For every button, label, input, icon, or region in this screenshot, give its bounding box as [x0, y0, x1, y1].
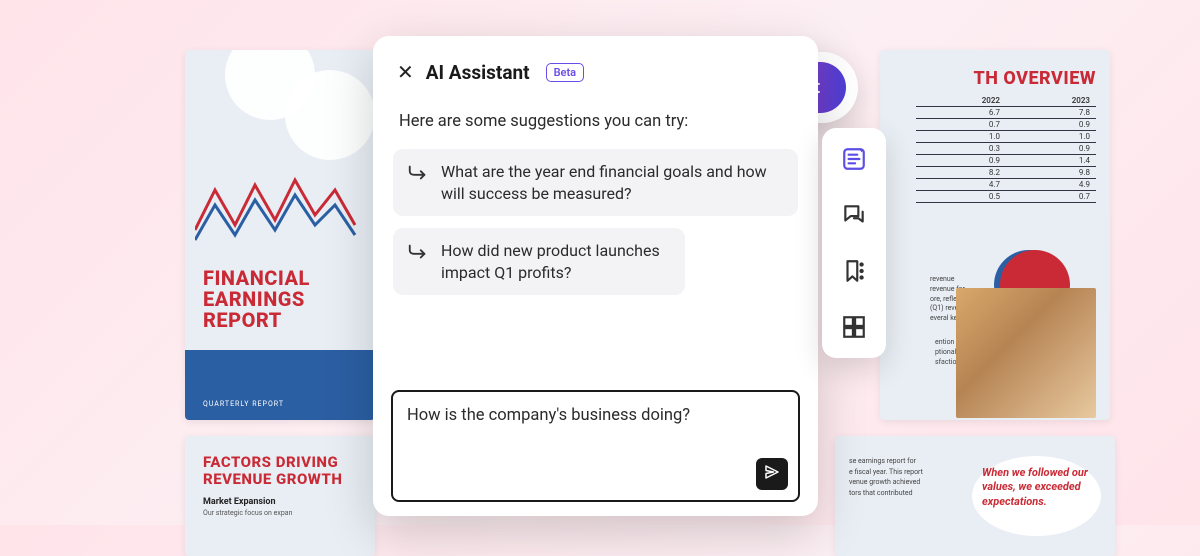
suggestion-text: How did new product launches impact Q1 p…	[441, 240, 671, 283]
summary-tool[interactable]	[841, 146, 867, 172]
bookmark-tool[interactable]	[841, 258, 867, 284]
side-toolbar	[822, 128, 886, 358]
doc-quote: se earnings report for e fiscal year. Th…	[835, 436, 1115, 556]
grid-icon	[841, 325, 867, 344]
reply-arrow-icon	[407, 241, 429, 263]
doc-financial-report: FINANCIAL EARNINGS REPORT QUARTERLY REPO…	[185, 50, 375, 420]
doc2-title: TH OVERVIEW	[880, 50, 1110, 95]
overview-photo	[956, 288, 1096, 418]
chat-tool[interactable]	[841, 202, 867, 228]
panel-intro: Here are some suggestions you can try:	[393, 112, 798, 131]
suggestion-item[interactable]: How did new product launches impact Q1 p…	[393, 228, 685, 295]
suggestion-text: What are the year end financial goals an…	[441, 161, 784, 204]
bookmark-icon	[841, 269, 867, 288]
close-icon[interactable]: ✕	[397, 60, 414, 84]
chat-icon	[841, 213, 867, 232]
reply-arrow-icon	[407, 162, 429, 184]
overview-table: 20222023 6.77.8 0.70.9 1.01.0 0.30.9 0.9…	[916, 95, 1096, 203]
suggestion-item[interactable]: What are the year end financial goals an…	[393, 149, 798, 216]
doc-overview: TH OVERVIEW 20222023 6.77.8 0.70.9 1.01.…	[880, 50, 1110, 420]
ai-assistant-panel: ✕ AI Assistant Beta Here are some sugges…	[373, 36, 818, 516]
panel-title: AI Assistant	[426, 61, 530, 84]
grid-tool[interactable]	[841, 314, 867, 340]
doc1-title: FINANCIAL EARNINGS REPORT	[203, 268, 310, 331]
chat-input-value: How is the company's business doing?	[407, 406, 784, 425]
send-button[interactable]	[756, 458, 788, 490]
send-icon	[763, 463, 781, 485]
doc-factors: FACTORS DRIVING REVENUE GROWTH Market Ex…	[185, 436, 375, 556]
summary-icon	[841, 157, 867, 176]
chat-input[interactable]: How is the company's business doing?	[391, 390, 800, 502]
doc1-sub: QUARTERLY REPORT	[185, 350, 375, 420]
beta-badge: Beta	[546, 63, 585, 82]
